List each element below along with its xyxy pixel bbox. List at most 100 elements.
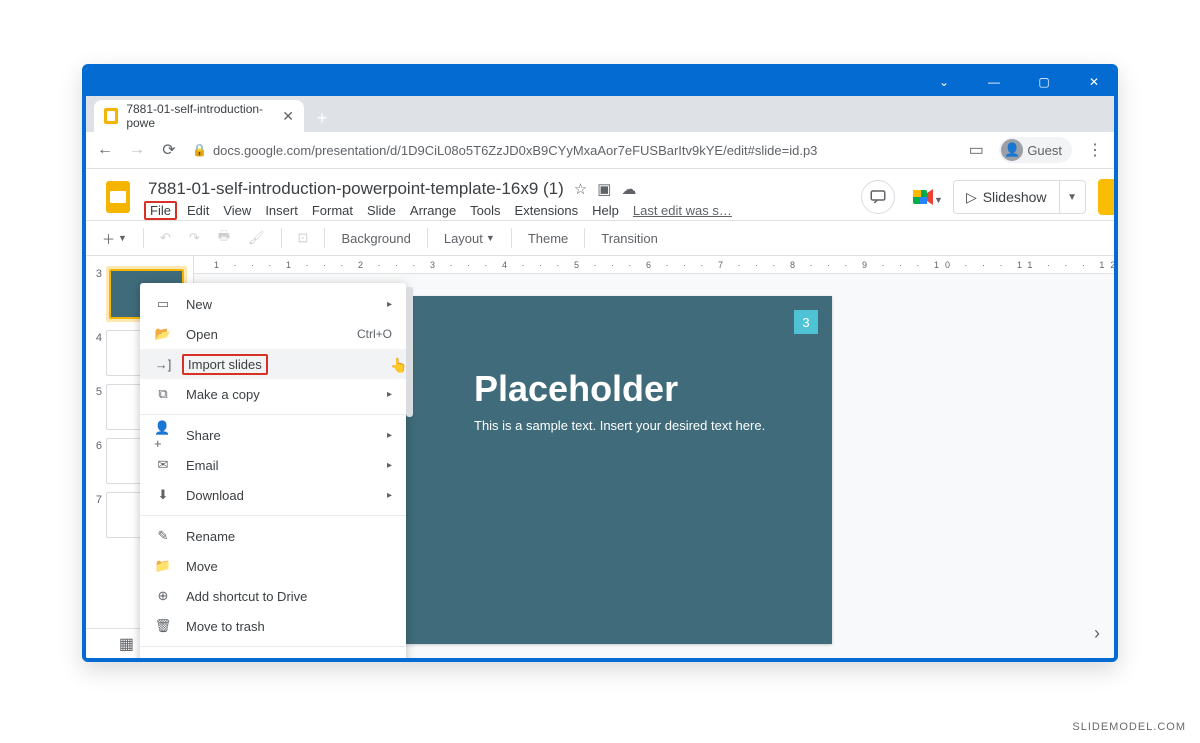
redo-button[interactable]: ↷ xyxy=(183,226,206,250)
slides-favicon xyxy=(104,108,118,124)
reload-button[interactable]: ⟳ xyxy=(160,140,178,160)
thumb-number: 5 xyxy=(92,384,102,398)
profile-button[interactable]: 👤 Guest xyxy=(999,137,1072,163)
window-titlebar: ⌄ — ▢ ✕ xyxy=(86,68,1114,96)
menu-item-new[interactable]: ▭New▸ xyxy=(140,289,406,319)
menu-item-rename[interactable]: ✎Rename xyxy=(140,521,406,551)
share-icon: 👤+ xyxy=(154,420,172,451)
new-tab-button[interactable]: + xyxy=(308,104,336,132)
transition-button[interactable]: Transition xyxy=(595,227,664,250)
menu-slide[interactable]: Slide xyxy=(367,203,396,218)
slideshow-button[interactable]: ▷Slideshow ▼ xyxy=(953,180,1086,214)
last-edit-link[interactable]: Last edit was s… xyxy=(633,203,732,218)
paint-format-button[interactable]: 🖌 xyxy=(242,226,271,250)
menu-item-move-trash[interactable]: 🗑Move to trash xyxy=(140,611,406,641)
move-icon[interactable]: ▣ xyxy=(597,180,611,198)
menu-item-version-history[interactable]: ↺Version history▸ xyxy=(140,652,406,662)
layout-dropdown[interactable]: Layout▼ xyxy=(438,227,501,250)
shortcut-icon: ⊕ xyxy=(154,588,172,604)
menu-file[interactable]: File xyxy=(144,201,177,220)
doc-header: 7881-01-self-introduction-powerpoint-tem… xyxy=(86,169,1118,220)
new-slide-button[interactable]: ＋▼ xyxy=(96,225,133,252)
menu-item-download[interactable]: ⬇Download▸ xyxy=(140,480,406,510)
undo-button[interactable]: ↶ xyxy=(154,226,177,250)
submenu-arrow-icon: ▸ xyxy=(387,389,392,400)
slides-app: 7881-01-self-introduction-powerpoint-tem… xyxy=(86,169,1114,658)
menu-item-email[interactable]: ✉Email▸ xyxy=(140,450,406,480)
trash-icon: 🗑 xyxy=(154,618,172,634)
shortcut-label: Ctrl+O xyxy=(357,327,392,341)
menu-item-add-shortcut[interactable]: ⊕Add shortcut to Drive xyxy=(140,581,406,611)
menu-tools[interactable]: Tools xyxy=(470,203,500,218)
theme-button[interactable]: Theme xyxy=(522,227,574,250)
menu-format[interactable]: Format xyxy=(312,203,353,218)
star-icon[interactable]: ☆ xyxy=(574,180,587,198)
chevron-down-icon[interactable]: ⌄ xyxy=(928,68,960,96)
zoom-fit-button[interactable]: ⊡ xyxy=(292,226,315,250)
move-folder-icon: 📁 xyxy=(154,558,172,574)
print-button[interactable]: 🖶 xyxy=(212,223,236,253)
share-button[interactable]: 🔒 Share xyxy=(1098,179,1118,215)
back-button[interactable]: ← xyxy=(96,141,114,159)
profile-label: Guest xyxy=(1027,143,1062,158)
thumb-number: 3 xyxy=(92,266,102,280)
menu-view[interactable]: View xyxy=(223,203,251,218)
thumb-number: 7 xyxy=(92,492,102,506)
menubar: File Edit View Insert Format Slide Arran… xyxy=(148,203,849,218)
slide-number-badge: 3 xyxy=(794,310,818,334)
menu-item-move[interactable]: 📁Move xyxy=(140,551,406,581)
tab-strip: 7881-01-self-introduction-powe ✕ + xyxy=(86,96,1114,132)
lock-icon: 🔒 xyxy=(192,143,207,157)
minimize-button[interactable]: — xyxy=(978,68,1010,96)
import-icon: →] xyxy=(154,357,172,372)
tab-title: 7881-01-self-introduction-powe xyxy=(126,102,274,130)
thumb-number: 6 xyxy=(92,438,102,452)
doc-title[interactable]: 7881-01-self-introduction-powerpoint-tem… xyxy=(148,179,564,199)
forward-button[interactable]: → xyxy=(128,141,146,159)
horizontal-ruler: 1 · · · 1 · · · 2 · · · 3 · · · 4 · · · … xyxy=(194,256,1118,274)
slide-icon: ▭ xyxy=(154,296,172,312)
menu-separator xyxy=(140,646,406,647)
menu-item-make-copy[interactable]: ⧉Make a copy▸ xyxy=(140,379,406,409)
title-placeholder[interactable]: Placeholder xyxy=(474,368,678,410)
email-icon: ✉ xyxy=(154,457,172,473)
menu-extensions[interactable]: Extensions xyxy=(515,203,579,218)
comments-button[interactable] xyxy=(861,180,895,214)
folder-open-icon: 📂 xyxy=(154,326,172,342)
menu-scrollbar[interactable] xyxy=(406,287,413,417)
menu-insert[interactable]: Insert xyxy=(265,203,298,218)
slideshow-dropdown[interactable]: ▼ xyxy=(1059,181,1085,213)
menu-edit[interactable]: Edit xyxy=(187,203,209,218)
close-button[interactable]: ✕ xyxy=(1078,68,1110,96)
cursor-icon: 👆 xyxy=(390,357,407,374)
slides-logo[interactable] xyxy=(100,179,136,215)
app-main: 7881-01-self-introduction-powerpoint-tem… xyxy=(86,169,1118,658)
background-button[interactable]: Background xyxy=(335,227,416,250)
watermark: SLIDEMODEL.COM xyxy=(1072,721,1186,733)
menu-item-share[interactable]: 👤+Share▸ xyxy=(140,420,406,450)
meet-button[interactable]: ▼ xyxy=(907,180,941,214)
subtitle-placeholder[interactable]: This is a sample text. Insert your desir… xyxy=(474,418,765,433)
menu-arrange[interactable]: Arrange xyxy=(410,203,456,218)
tablet-icon[interactable]: ▭ xyxy=(967,140,985,160)
kebab-menu-icon[interactable]: ⋮ xyxy=(1086,140,1104,160)
menu-separator xyxy=(140,515,406,516)
url-text: docs.google.com/presentation/d/1D9CiL08o… xyxy=(213,143,817,158)
address-bar: ← → ⟳ 🔒 docs.google.com/presentation/d/1… xyxy=(86,132,1114,169)
submenu-arrow-icon: ▸ xyxy=(387,299,392,310)
menu-help[interactable]: Help xyxy=(592,203,619,218)
close-tab-icon[interactable]: ✕ xyxy=(282,108,294,125)
cloud-icon[interactable]: ☁ xyxy=(621,180,636,198)
history-icon: ↺ xyxy=(154,659,172,662)
maximize-button[interactable]: ▢ xyxy=(1028,68,1060,96)
grid-view-icon: ▦ xyxy=(119,634,134,654)
browser-tab[interactable]: 7881-01-self-introduction-powe ✕ xyxy=(94,100,304,132)
url-field[interactable]: 🔒 docs.google.com/presentation/d/1D9CiL0… xyxy=(192,143,953,158)
copy-icon: ⧉ xyxy=(154,386,172,402)
menu-item-open[interactable]: 📂OpenCtrl+O xyxy=(140,319,406,349)
collapse-side-panel-button[interactable]: › xyxy=(1094,623,1100,644)
submenu-arrow-icon: ▸ xyxy=(387,460,392,471)
submenu-arrow-icon: ▸ xyxy=(387,662,392,663)
thumb-number: 4 xyxy=(92,330,102,344)
menu-item-import-slides[interactable]: →]Import slides👆 xyxy=(140,349,406,379)
